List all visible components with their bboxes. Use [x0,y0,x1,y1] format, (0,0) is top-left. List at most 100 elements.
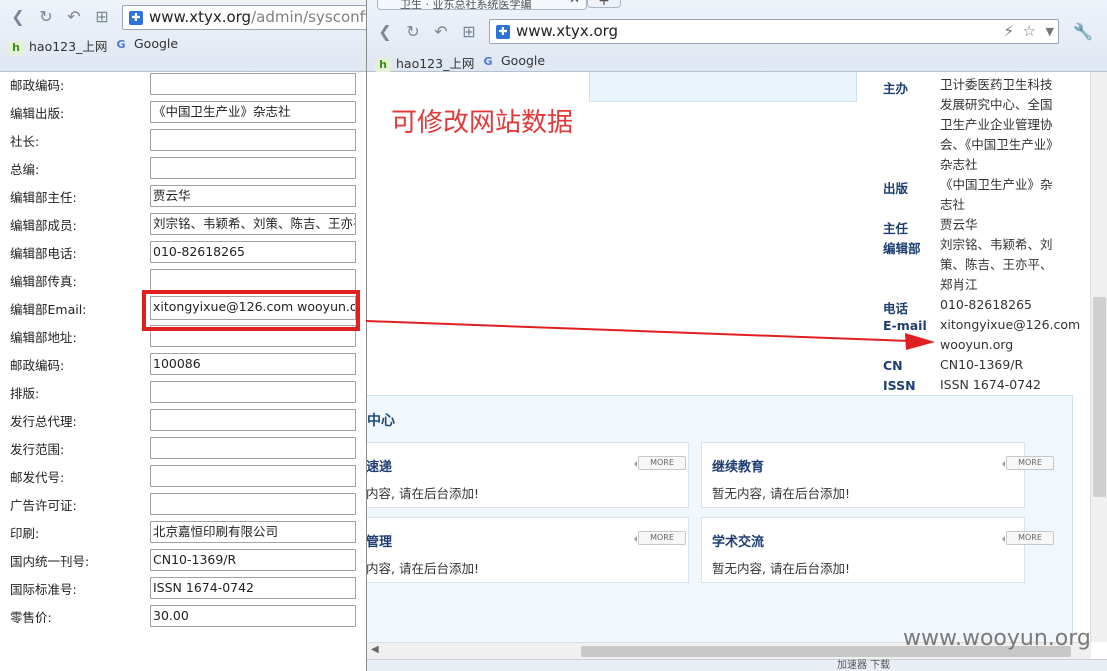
bookmark-label: hao123_上网 [396,56,475,71]
undo-icon[interactable]: ↶ [431,22,451,42]
refresh-icon[interactable]: ↻ [36,7,56,27]
form-input[interactable]: 010-82618265 [150,241,356,263]
bookmark-google[interactable]: G Google [113,36,178,52]
shield-icon: ✚ [496,24,510,39]
more-button[interactable]: MORE [1002,531,1054,545]
form-label: 邮政编码: [10,78,65,93]
grid-icon[interactable]: ⊞ [459,22,479,42]
more-button[interactable]: MORE [1002,456,1054,470]
card-academic: 学术交流 MORE 暂无内容, 请在后台添加! [701,517,1054,583]
form-row: 国际标准号: ISSN 1674-0742 [0,574,366,602]
form-row: 邮发代号: [0,462,366,490]
form-input[interactable] [150,381,356,403]
form-input[interactable]: 30.00 [150,605,356,627]
form-label: 编辑部Email: [10,302,87,317]
card-education: 继续教育 MORE 暂无内容, 请在后台添加! [701,442,1054,508]
vertical-scrollbar[interactable] [1090,72,1107,642]
undo-icon[interactable]: ↶ [64,7,84,27]
vertical-scroll-thumb[interactable] [1093,297,1106,497]
form-input[interactable]: ISSN 1674-0742 [150,577,356,599]
admin-browser-window: ❮ ↻ ↶ ⊞ ✚ www.xtyx.org/admin/sysconfig hh… [0,0,366,671]
form-input[interactable] [150,437,356,459]
google-icon: G [483,54,493,68]
left-url-host: www.xtyx.org [149,8,252,26]
form-input[interactable] [150,465,356,487]
wrench-icon[interactable]: 🔧 [1073,22,1093,42]
form-label: 编辑出版: [10,106,65,121]
form-label: 国内统一刊号: [10,554,90,569]
bookmark-label: Google [501,53,546,68]
site-browser-window: 卫生 · 业东总社系统医学编 ✕ + ❮ ↻ ↶ ⊞ ✚ www.xtyx.org … [366,0,1107,671]
form-input[interactable]: 100086 [150,353,356,375]
left-address-bar[interactable]: ✚ www.xtyx.org/admin/sysconfig [122,5,366,30]
bookmark-label: Google [134,36,179,51]
site-content: 可修改网站数据 主办 卫计委医药卫生科技发展研究中心、全国卫生产业企业管理协会、《… [367,72,1107,671]
bookmark-google[interactable]: G Google [480,53,545,69]
form-input[interactable] [150,493,356,515]
dropdown-icon[interactable]: ▼ [1046,20,1054,43]
form-label: 国际标准号: [10,582,77,597]
form-row: 编辑部电话: 010-82618265 [0,238,366,266]
bookmark-hao123[interactable]: h hao123_上网 [375,53,474,72]
form-input[interactable]: 刘宗铭、韦颖希、刘策、陈吉、王亦平 [150,213,356,235]
form-row: 邮政编码: [0,70,366,98]
right-browser-toolbar: 卫生 · 业东总社系统医学编 ✕ + ❮ ↻ ↶ ⊞ ✚ www.xtyx.org … [367,0,1107,72]
form-label: 编辑部传真: [10,274,77,289]
refresh-icon[interactable]: ↻ [403,22,423,42]
form-label: 排版: [10,386,40,401]
close-tab-icon[interactable]: ✕ [569,0,580,7]
form-input[interactable]: 贾云华 [150,185,356,207]
lightning-icon[interactable]: ⚡ [1003,20,1014,43]
form-input[interactable] [150,129,356,151]
new-tab-button[interactable]: + [587,0,621,9]
card-management: 管理 MORE 内容, 请在后台添加! [367,517,689,583]
center-panel-title: 中心 [367,413,395,429]
form-row: 编辑部主任: 贾云华 [0,182,366,210]
back-icon[interactable]: ❮ [8,7,28,27]
form-row: 广告许可证: [0,490,366,518]
left-url-path: /admin/sysconfig [251,8,366,26]
grid-icon[interactable]: ⊞ [92,7,112,27]
hao123-icon: h [375,57,391,72]
star-icon[interactable]: ☆ [1023,20,1036,43]
left-browser-toolbar: ❮ ↻ ↶ ⊞ ✚ www.xtyx.org/admin/sysconfig hh… [0,0,366,72]
form-input[interactable] [150,409,356,431]
form-input[interactable] [150,157,356,179]
card-express: 速递 MORE 内容, 请在后台添加! [367,442,689,508]
right-address-bar[interactable]: ✚ www.xtyx.org ⚡ ☆ ▼ [489,19,1059,44]
form-row: 总编: [0,154,366,182]
form-row: 印刷: 北京嘉恒印刷有限公司 [0,518,366,546]
annotation-caption: 可修改网站数据 [391,108,574,138]
bookmark-label: hao123_上网 [29,39,108,54]
form-input[interactable]: 北京嘉恒印刷有限公司 [150,521,356,543]
banner-box [589,72,857,102]
form-label: 编辑部地址: [10,330,77,345]
form-input[interactable]: CN10-1369/R [150,549,356,571]
form-row: 国内统一刊号: CN10-1369/R [0,546,366,574]
form-label: 总编: [10,162,40,177]
browser-tab[interactable]: 卫生 · 业东总社系统医学编 ✕ [377,0,587,10]
form-input[interactable] [150,73,356,95]
hao123-icon: h [8,40,24,55]
bookmark-hao123[interactable]: h hao123_上网 [8,36,107,55]
form-row: 邮政编码: 100086 [0,350,366,378]
back-icon[interactable]: ❮ [375,22,395,42]
more-button[interactable]: MORE [634,531,686,545]
form-label: 零售价: [10,610,52,625]
form-input[interactable]: 《中国卫生产业》杂志社 [150,101,356,123]
form-input[interactable] [150,269,356,291]
form-row: 编辑部成员: 刘宗铭、韦颖希、刘策、陈吉、王亦平 [0,210,366,238]
more-button[interactable]: MORE [634,456,686,470]
form-label: 广告许可证: [10,498,77,513]
form-row: 零售价: 30.00 [0,602,366,630]
shield-icon: ✚ [129,10,143,25]
form-label: 印刷: [10,526,40,541]
right-url: www.xtyx.org [516,22,619,40]
status-bar: 加速器 下载 [367,659,1107,671]
scroll-left-icon[interactable]: ◀ [371,644,379,655]
form-row: 社长: [0,126,366,154]
tab-title: 卫生 · 业东总社系统医学编 [400,0,532,10]
form-row: 排版: [0,378,366,406]
email-highlight-box [142,290,360,331]
google-icon: G [116,37,126,51]
